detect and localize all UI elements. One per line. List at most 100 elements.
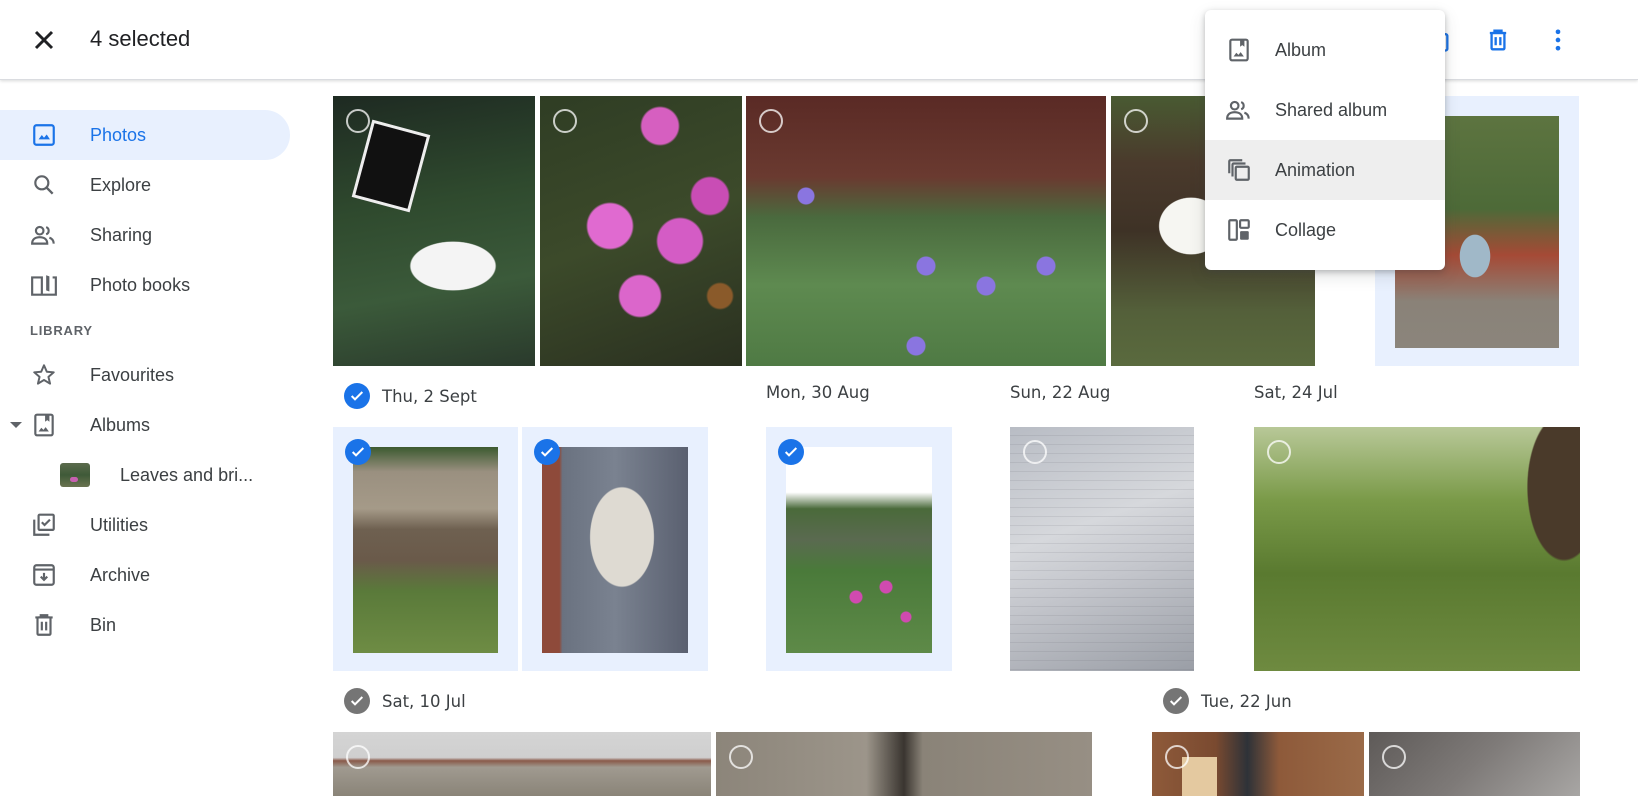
group-date-label: Tue, 22 Jun (1201, 691, 1292, 711)
selected-count: 4 selected (90, 26, 191, 51)
expand-caret-icon[interactable] (10, 422, 22, 428)
selected-check[interactable] (534, 439, 560, 465)
photo-tile[interactable] (1152, 732, 1364, 796)
check-icon (784, 447, 798, 457)
close-icon (34, 30, 54, 50)
sharing-icon (30, 221, 58, 249)
archive-icon (30, 561, 58, 589)
sidebar-nav: Photos Explore Sharing Photo books LIBRA… (0, 100, 300, 650)
sidebar-item-label: Sharing (90, 224, 153, 245)
check-icon (350, 696, 364, 706)
group-date-label: Sat, 10 Jul (382, 691, 466, 711)
group-date-label: Thu, 2 Sept (382, 386, 477, 406)
date-group-header: Tue, 22 Jun (1163, 688, 1292, 714)
photo-tile-selected[interactable] (766, 427, 952, 671)
select-circle[interactable] (346, 745, 370, 769)
sidebar-item-label: Utilities (90, 514, 149, 535)
select-circle[interactable] (553, 109, 577, 133)
sidebar-item-label: Photo books (90, 274, 191, 295)
sign-shape (351, 119, 431, 213)
sidebar-item-label: Albums (90, 414, 151, 435)
delete-button[interactable] (1478, 20, 1518, 60)
photo-tile[interactable] (1010, 427, 1194, 671)
sidebar-item-photo-books[interactable]: Photo books (0, 260, 300, 310)
albums-icon (30, 411, 58, 439)
group-select-check[interactable] (344, 383, 370, 409)
sidebar-item-bin[interactable]: Bin (0, 600, 300, 650)
sidebar-item-label: Photos (90, 124, 147, 145)
menu-item-label: Shared album (1275, 99, 1388, 120)
menu-item-collage[interactable]: Collage (1205, 200, 1445, 260)
sidebar-item-label: Archive (90, 564, 151, 585)
date-group-header: Sat, 10 Jul (344, 688, 466, 714)
sidebar-item-photos[interactable]: Photos (0, 110, 290, 160)
bin-icon (30, 611, 58, 639)
menu-item-album[interactable]: Album (1205, 20, 1445, 80)
group-select-check[interactable] (1163, 688, 1189, 714)
sidebar-item-favourites[interactable]: Favourites (0, 350, 300, 400)
sidebar-item-explore[interactable]: Explore (0, 160, 300, 210)
group-date-label: Sun, 22 Aug (1010, 383, 1111, 402)
sidebar-item-sharing[interactable]: Sharing (0, 210, 300, 260)
photo-tile[interactable] (1369, 732, 1580, 796)
select-circle[interactable] (1165, 745, 1189, 769)
search-icon (30, 171, 58, 199)
menu-item-shared-album[interactable]: Shared album (1205, 80, 1445, 140)
menu-item-label: Animation (1275, 159, 1356, 180)
sidebar-item-label: Favourites (90, 364, 175, 385)
more-vert-icon (1555, 29, 1561, 51)
menu-item-label: Album (1275, 39, 1327, 60)
select-circle[interactable] (1382, 745, 1406, 769)
group-select-check[interactable] (344, 688, 370, 714)
photo-tile[interactable] (1254, 427, 1580, 671)
selected-check[interactable] (778, 439, 804, 465)
date-group-header: Sat, 24 Jul (1254, 383, 1338, 402)
trash-icon (1489, 29, 1507, 51)
shared-album-icon (1225, 96, 1253, 124)
more-options-button[interactable] (1538, 20, 1578, 60)
photo-books-icon (30, 271, 58, 299)
sidebar-item-label: Bin (90, 614, 117, 635)
sidebar-item-archive[interactable]: Archive (0, 550, 300, 600)
check-icon (350, 391, 364, 401)
select-circle[interactable] (729, 745, 753, 769)
date-group-header: Sun, 22 Aug (1010, 383, 1110, 402)
menu-item-animation[interactable]: Animation (1205, 140, 1445, 200)
star-icon (30, 361, 58, 389)
photo-tile[interactable] (333, 96, 535, 366)
check-icon (351, 447, 365, 457)
library-section-label: LIBRARY (30, 322, 93, 338)
sidebar-item-label: Explore (90, 174, 152, 195)
sidebar-item-utilities[interactable]: Utilities (0, 500, 300, 550)
utilities-icon (30, 511, 58, 539)
photo-tile[interactable] (716, 732, 1092, 796)
collage-icon (1225, 216, 1253, 244)
close-selection-button[interactable] (28, 24, 60, 56)
photos-icon (30, 121, 58, 149)
photo-tile[interactable] (540, 96, 742, 366)
photo-tile[interactable] (333, 732, 711, 796)
photo-tile-selected[interactable] (333, 427, 518, 671)
animation-icon (1225, 156, 1253, 184)
album-thumbnail (60, 463, 90, 487)
check-icon (540, 447, 554, 457)
album-icon (1225, 36, 1253, 64)
check-icon (1169, 696, 1183, 706)
date-group-header: Thu, 2 Sept (344, 383, 477, 409)
add-to-menu: Album Shared album Animation Collage (1205, 10, 1445, 270)
photo-tile-selected[interactable] (522, 427, 708, 671)
select-circle[interactable] (1267, 440, 1291, 464)
menu-item-label: Collage (1275, 219, 1337, 240)
select-circle[interactable] (1124, 109, 1148, 133)
select-circle[interactable] (1023, 440, 1047, 464)
group-date-label: Mon, 30 Aug (766, 383, 870, 402)
date-group-header: Mon, 30 Aug (766, 383, 870, 402)
sidebar-item-album-leaves[interactable]: Leaves and bri... (0, 450, 300, 500)
select-circle[interactable] (759, 109, 783, 133)
sidebar-item-label: Leaves and bri... (120, 464, 254, 485)
selected-check[interactable] (345, 439, 371, 465)
select-circle[interactable] (346, 109, 370, 133)
photo-tile[interactable] (746, 96, 1106, 366)
sidebar-item-albums[interactable]: Albums (0, 400, 300, 450)
group-date-label: Sat, 24 Jul (1254, 383, 1338, 402)
